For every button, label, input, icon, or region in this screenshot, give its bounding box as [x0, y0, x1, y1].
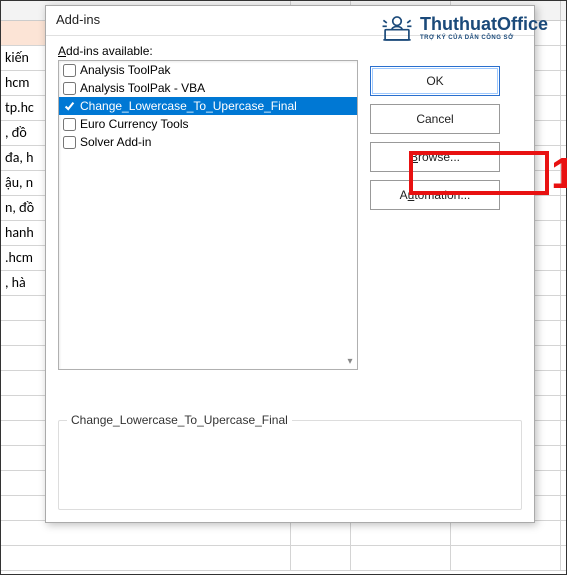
addin-item[interactable]: Euro Currency Tools — [59, 115, 357, 133]
addins-available-label: Add-ins available: — [58, 44, 522, 58]
cell[interactable] — [351, 521, 451, 545]
addin-checkbox[interactable] — [63, 64, 76, 77]
cell[interactable] — [351, 546, 451, 570]
addin-item[interactable]: Change_Lowercase_To_Upercase_Final — [59, 97, 357, 115]
automation-button[interactable]: Automation... — [370, 180, 500, 210]
ok-button[interactable]: OK — [370, 66, 500, 96]
callout-number: 1 — [551, 149, 567, 199]
addin-label: Change_Lowercase_To_Upercase_Final — [80, 99, 297, 113]
addins-dialog: Add-ins Add-ins available: Analysis Tool… — [45, 5, 535, 523]
addins-listbox[interactable]: Analysis ToolPak Analysis ToolPak - VBA … — [58, 60, 358, 370]
addin-description-group: Change_Lowercase_To_Upercase_Final — [58, 420, 522, 510]
addin-item[interactable]: Analysis ToolPak - VBA — [59, 79, 357, 97]
scroll-down-icon[interactable]: ▾ — [345, 357, 355, 367]
addin-checkbox[interactable] — [63, 100, 76, 113]
cell[interactable] — [1, 546, 291, 570]
addin-label: Analysis ToolPak — [80, 63, 171, 77]
logo-sub-text: TRỢ KÝ CỦA DÂN CÔNG SỞ — [420, 35, 548, 41]
addin-label: Euro Currency Tools — [80, 117, 189, 131]
cell[interactable] — [451, 521, 561, 545]
addin-checkbox[interactable] — [63, 136, 76, 149]
cell[interactable] — [291, 546, 351, 570]
addin-label: Solver Add-in — [80, 135, 151, 149]
watermark-logo: ThuthuatOffice TRỢ KÝ CỦA DÂN CÔNG SỞ — [380, 11, 548, 45]
cell[interactable] — [291, 521, 351, 545]
cancel-button[interactable]: Cancel — [370, 104, 500, 134]
cell[interactable] — [1, 521, 291, 545]
browse-button[interactable]: Browse... — [370, 142, 500, 172]
addin-item[interactable]: Solver Add-in — [59, 133, 357, 151]
cell[interactable] — [451, 546, 561, 570]
dialog-button-column: OK Cancel Browse... Automation... — [370, 60, 500, 410]
logo-main-text: ThuthuatOffice — [420, 15, 548, 33]
addin-label: Analysis ToolPak - VBA — [80, 81, 205, 95]
addin-checkbox[interactable] — [63, 82, 76, 95]
addin-checkbox[interactable] — [63, 118, 76, 131]
addin-description-title: Change_Lowercase_To_Upercase_Final — [67, 413, 292, 427]
logo-icon — [380, 11, 414, 45]
addin-item[interactable]: Analysis ToolPak — [59, 61, 357, 79]
dialog-body: Add-ins available: Analysis ToolPak Anal… — [46, 36, 534, 522]
